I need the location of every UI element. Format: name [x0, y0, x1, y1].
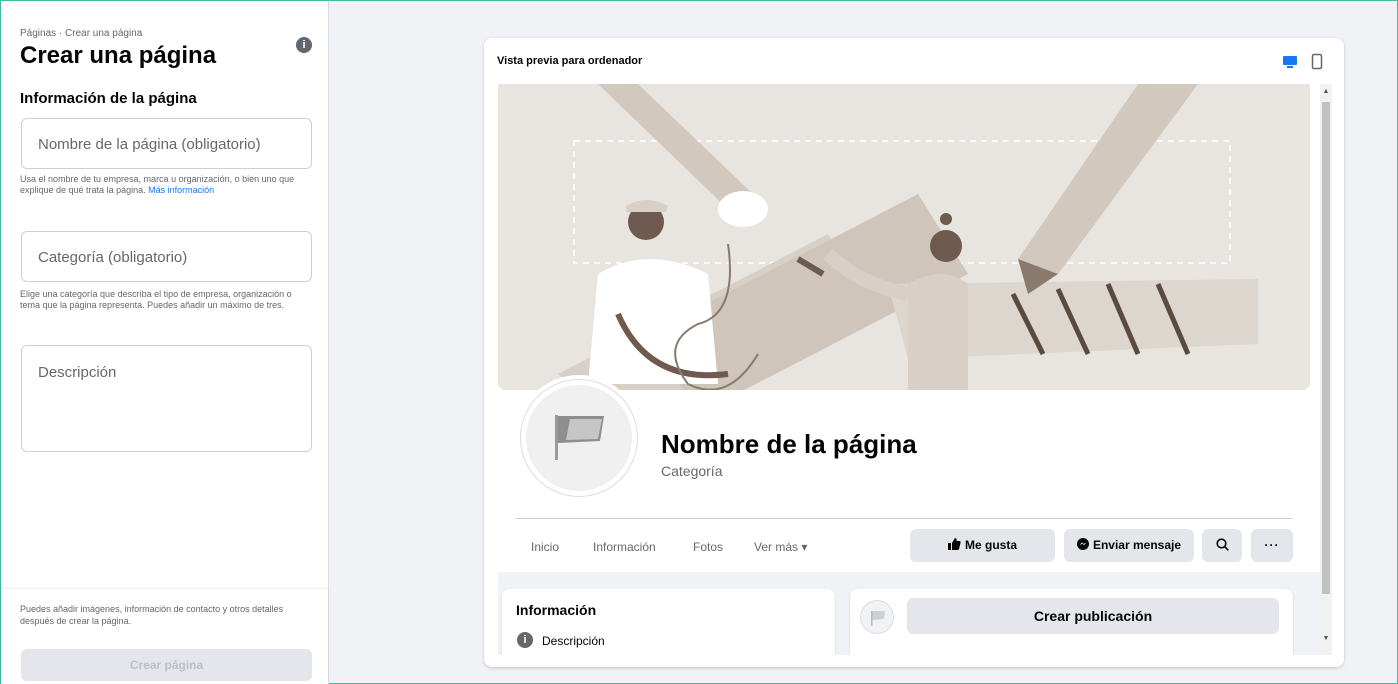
- scroll-down-arrow[interactable]: ▼: [1322, 635, 1330, 642]
- description-placeholder: Descripción: [38, 364, 117, 381]
- section-title: Información de la página: [20, 90, 197, 107]
- footer-note: Puedes añadir imágenes, información de c…: [20, 604, 284, 626]
- page-name-input[interactable]: Nombre de la página (obligatorio): [21, 118, 312, 169]
- create-page-panel: Páginas · Crear una página Crear una pág…: [1, 1, 329, 684]
- info-icon: i: [517, 632, 533, 648]
- preview-scrollbar[interactable]: ▲ ▼: [1320, 84, 1332, 655]
- category-help: Elige una categoría que describa el tipo…: [20, 289, 292, 310]
- more-icon: ···: [1264, 538, 1280, 552]
- category-input[interactable]: Categoría (obligatorio): [21, 231, 312, 282]
- profile-picture-inner: [526, 385, 632, 491]
- preview-viewport: Nombre de la página Categoría Inicio Inf…: [498, 84, 1332, 655]
- preview-title: Vista previa para ordenador: [497, 55, 643, 67]
- category-placeholder: Categoría (obligatorio): [38, 249, 188, 266]
- thumbs-up-icon: [947, 538, 961, 550]
- desktop-icon[interactable]: [1282, 55, 1298, 69]
- preview-page-name: Nombre de la página: [661, 429, 917, 459]
- cover-photo: [498, 84, 1310, 390]
- more-options-button[interactable]: ···: [1251, 529, 1293, 562]
- search-icon: [1215, 538, 1229, 551]
- mobile-icon[interactable]: [1311, 53, 1323, 70]
- search-button[interactable]: [1202, 529, 1242, 562]
- message-label: Enviar mensaje: [1092, 538, 1182, 552]
- more-info-link[interactable]: Más información: [148, 185, 214, 195]
- info-description: Descripción: [542, 634, 605, 648]
- create-page-button[interactable]: Crear página: [21, 649, 312, 681]
- like-button[interactable]: Me gusta: [910, 529, 1055, 562]
- profile-picture: [520, 379, 638, 497]
- tab-ver-mas[interactable]: Ver más ▾: [754, 540, 807, 554]
- send-message-button[interactable]: Enviar mensaje: [1064, 529, 1194, 562]
- create-post-button[interactable]: Crear publicación: [907, 598, 1279, 634]
- tab-informacion[interactable]: Información: [593, 540, 656, 554]
- like-label: Me gusta: [964, 538, 1017, 552]
- cover-illustration: [498, 84, 1310, 390]
- info-card-title: Información: [516, 602, 597, 618]
- tab-fotos[interactable]: Fotos: [693, 540, 723, 554]
- flag-icon: [555, 415, 604, 460]
- description-textarea[interactable]: Descripción: [21, 345, 312, 452]
- messenger-icon: [1076, 538, 1089, 550]
- info-card: Información i Descripción: [502, 589, 835, 655]
- create-post-card: Crear publicación: [850, 589, 1293, 655]
- tab-inicio[interactable]: Inicio: [531, 540, 559, 554]
- page-title: Crear una página: [20, 42, 217, 69]
- header-divider: [516, 518, 1292, 519]
- page-name-help: Usa el nombre de tu empresa, marca u org…: [20, 174, 312, 196]
- breadcrumb[interactable]: Páginas · Crear una página: [20, 28, 142, 39]
- preview-category: Categoría: [661, 463, 723, 479]
- flag-icon: [871, 611, 885, 626]
- preview-card: Vista previa para ordenador Nombre de la…: [484, 38, 1344, 667]
- scroll-thumb[interactable]: [1322, 102, 1330, 594]
- post-avatar: [860, 600, 894, 634]
- scroll-up-arrow[interactable]: ▲: [1322, 88, 1330, 95]
- left-footer: Puedes añadir imágenes, información de c…: [1, 589, 328, 684]
- info-icon[interactable]: i: [296, 37, 312, 53]
- page-name-placeholder: Nombre de la página (obligatorio): [38, 136, 261, 153]
